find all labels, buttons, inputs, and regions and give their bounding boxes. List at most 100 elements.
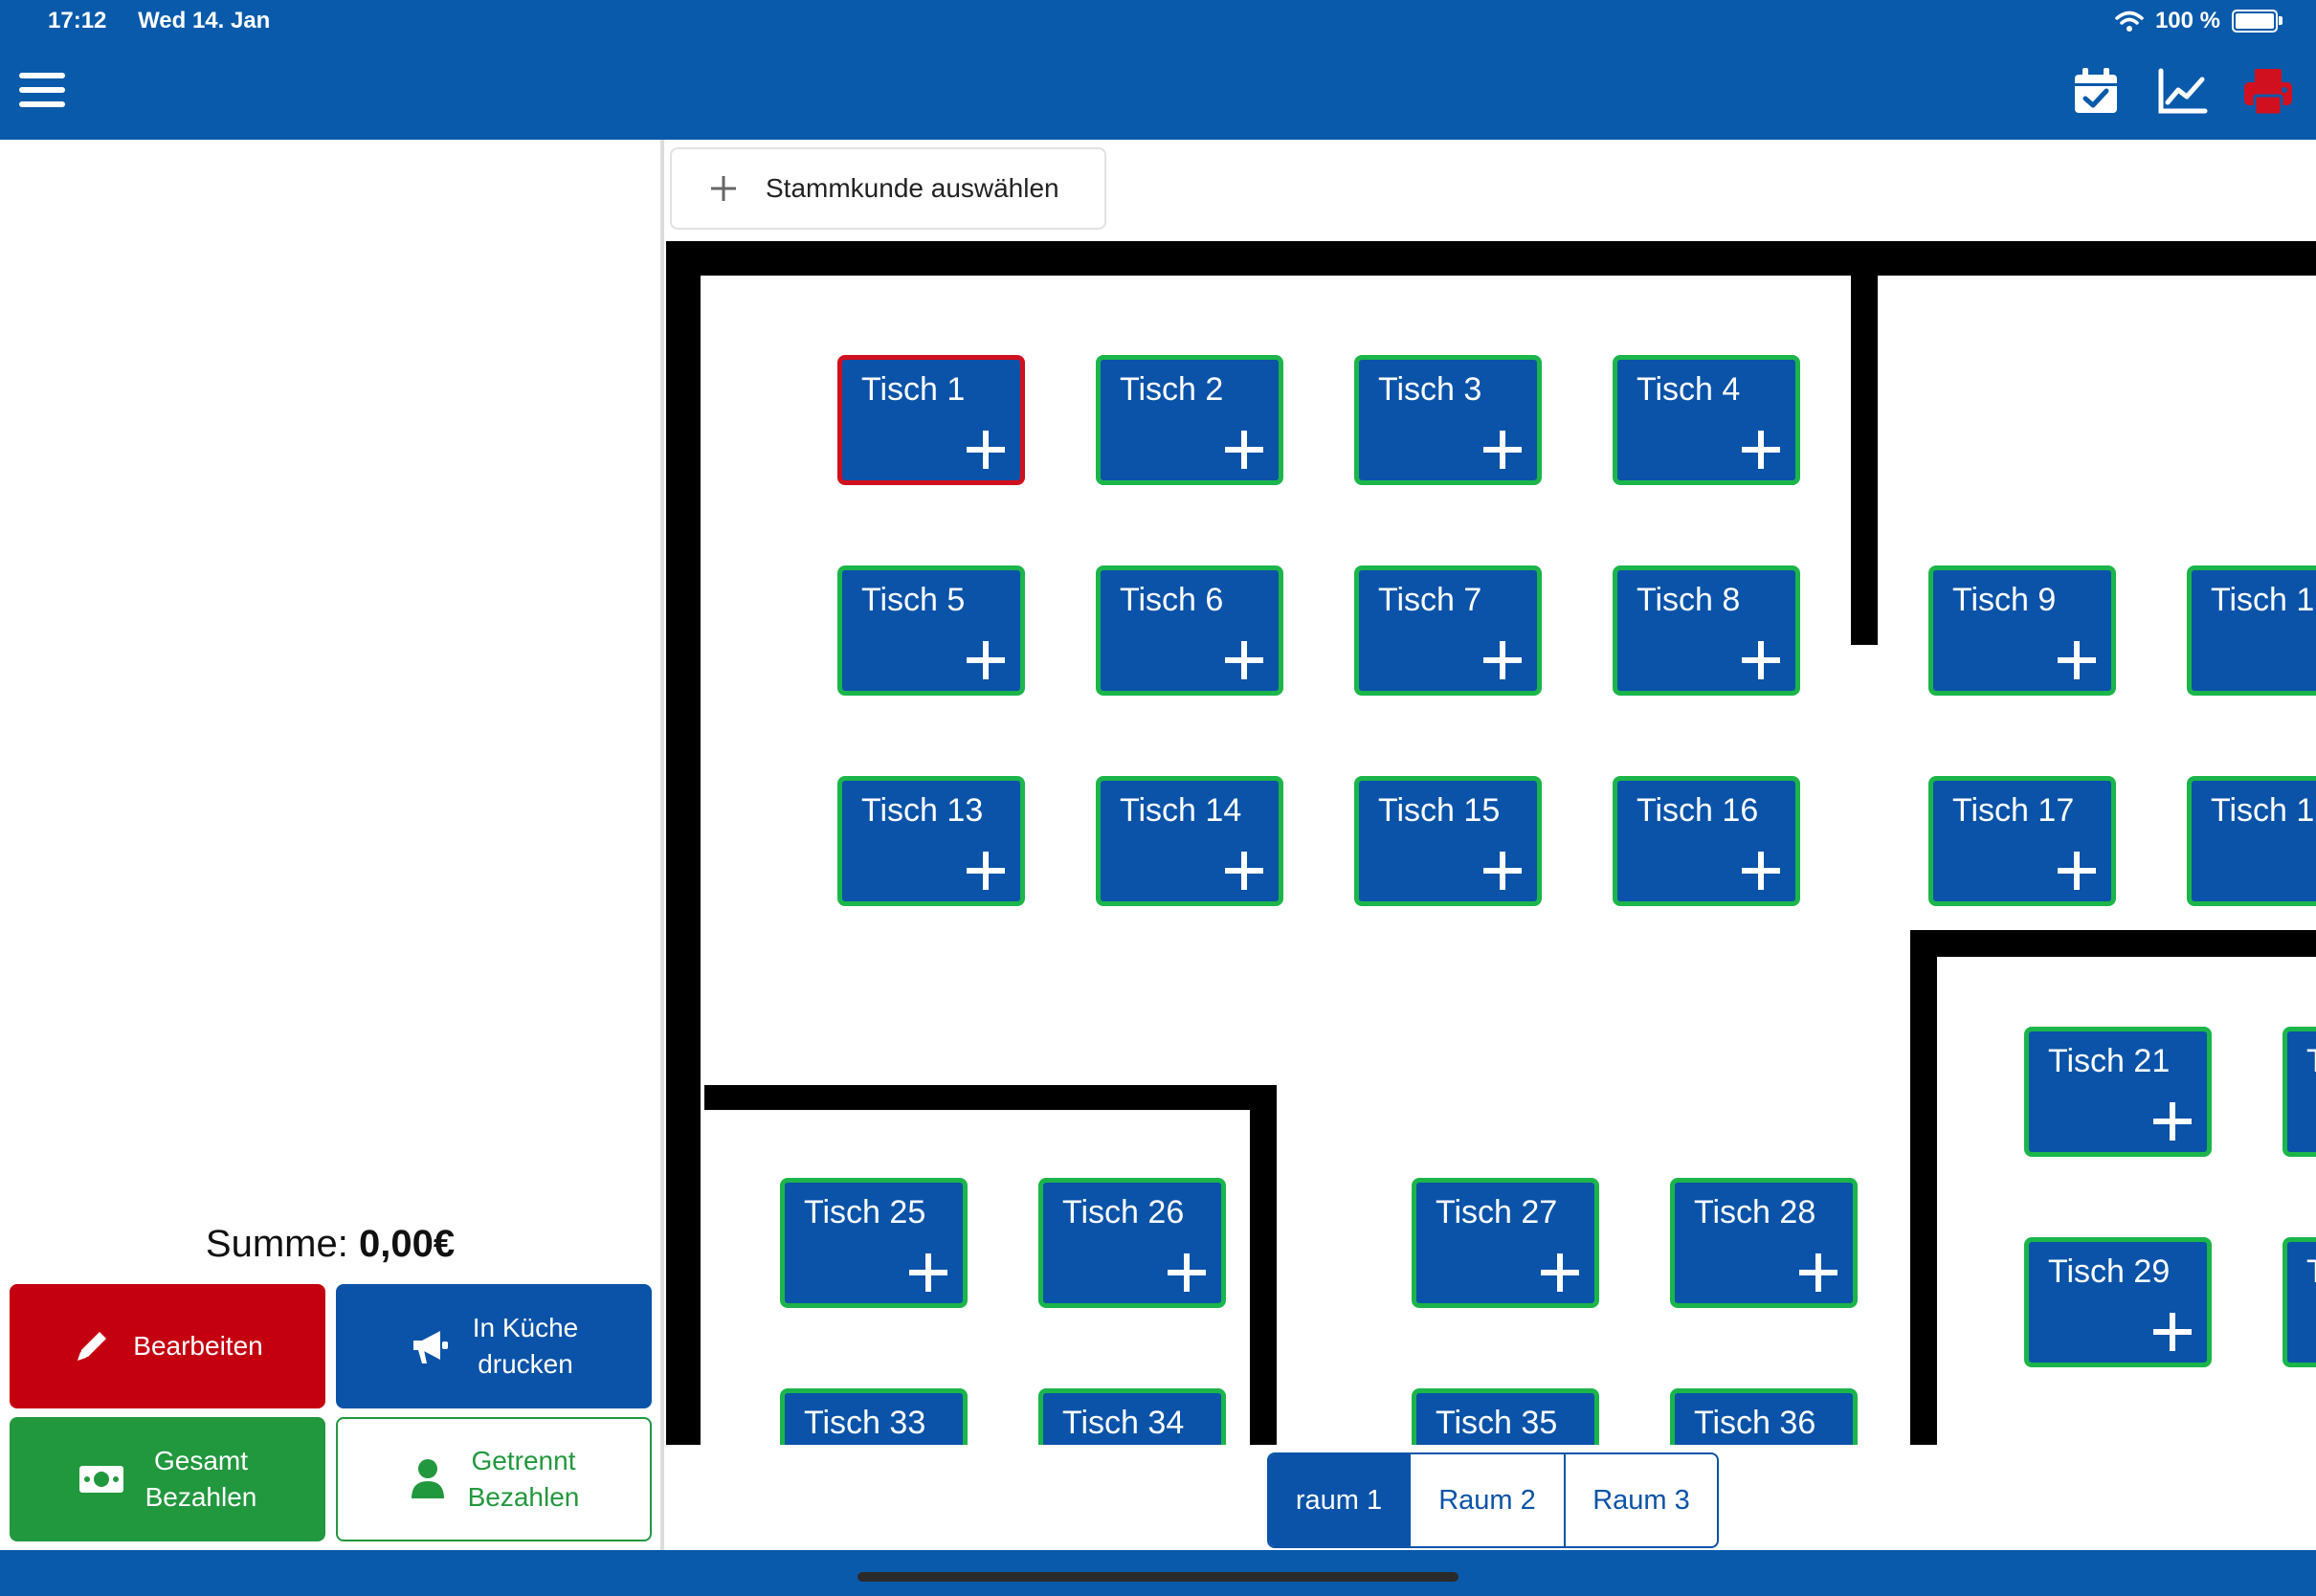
print-kitchen-button[interactable]: In Küche drucken (336, 1284, 652, 1408)
add-order-icon (1742, 852, 1780, 890)
pay-split-label: Getrennt Bezahlen (468, 1443, 580, 1516)
add-order-icon (1225, 852, 1263, 890)
table-card[interactable]: Tisch 28 (1670, 1178, 1858, 1308)
table-name: Tisch 36 (1694, 1405, 1816, 1441)
select-customer-label: Stammkunde auswählen (766, 173, 1059, 203)
table-name: T (2306, 1253, 2316, 1291)
header-actions (2069, 65, 2295, 119)
add-order-icon (909, 1253, 947, 1292)
table-card[interactable]: Tisch 16 (1613, 776, 1800, 906)
edit-button[interactable]: Bearbeiten (10, 1284, 325, 1408)
add-order-icon (967, 852, 1005, 890)
chart-line-icon[interactable] (2155, 65, 2209, 119)
select-customer-button[interactable]: Stammkunde auswählen (670, 147, 1106, 230)
table-name: Tisch 1 (2211, 792, 2315, 829)
table-name: Tisch 29 (2048, 1253, 2171, 1290)
top-bar: 17:12 Wed 14. Jan 100 % (0, 0, 2316, 140)
table-name: Tisch 8 (1637, 582, 1741, 618)
table-card[interactable]: Tisch 1 (2187, 776, 2316, 906)
table-name: Tisch 4 (1637, 371, 1741, 408)
tab-room-3[interactable]: Raum 3 (1566, 1454, 1717, 1546)
table-card[interactable]: Tisch 27 (1412, 1178, 1599, 1308)
add-order-icon (1541, 1253, 1579, 1292)
table-name: Tisch 9 (1952, 582, 2057, 618)
table-card[interactable]: Tisch 4 (1613, 355, 1800, 485)
table-card[interactable]: Tisch 9 (1928, 565, 2116, 696)
add-order-icon (967, 431, 1005, 469)
table-name: Tisch 13 (861, 792, 984, 829)
add-order-icon (1483, 641, 1522, 679)
wall-divider-vertical (1851, 241, 1878, 645)
table-name: Tisch 5 (861, 582, 966, 618)
table-card[interactable]: Tisch 13 (837, 776, 1025, 906)
add-order-icon (967, 641, 1005, 679)
table-name: Tisch 33 (804, 1405, 926, 1441)
print-kitchen-label-line1: In Küche (472, 1313, 579, 1342)
table-card[interactable]: Tisch 7 (1354, 565, 1542, 696)
pay-split-label-line2: Bezahlen (467, 1482, 580, 1512)
person-icon (411, 1459, 444, 1498)
print-kitchen-label: In Küche drucken (473, 1310, 579, 1383)
total-label: Summe: (205, 1223, 348, 1265)
table-card[interactable]: Tisch 15 (1354, 776, 1542, 906)
table-name: Tisch 6 (1120, 582, 1224, 618)
add-order-icon (1742, 431, 1780, 469)
room-tabs: raum 1 Raum 2 Raum 3 (1267, 1452, 1719, 1548)
table-card[interactable]: Tisch 17 (1928, 776, 2116, 906)
table-card[interactable]: Tisch 1 (2187, 565, 2316, 696)
table-name: Tisch 1 (2211, 582, 2315, 618)
table-name: Tisch 35 (1436, 1405, 1558, 1441)
add-order-icon (1225, 641, 1263, 679)
wall-lower-left-top (704, 1085, 1269, 1110)
print-kitchen-label-line2: drucken (478, 1349, 573, 1379)
table-card[interactable]: Tisch 14 (1096, 776, 1283, 906)
pay-split-label-line1: Getrennt (471, 1446, 576, 1475)
add-order-icon (2058, 641, 2096, 679)
pay-all-button[interactable]: Gesamt Bezahlen (10, 1417, 325, 1541)
table-card[interactable]: T (2283, 1027, 2316, 1157)
pay-all-label-line2: Bezahlen (145, 1482, 257, 1512)
table-name: Tisch 25 (804, 1194, 926, 1230)
table-card[interactable]: Tisch 21 (2024, 1027, 2212, 1157)
printer-icon[interactable] (2241, 65, 2295, 119)
table-name: T (2306, 1043, 2316, 1080)
table-card[interactable]: Tisch 29 (2024, 1237, 2212, 1367)
table-name: Tisch 34 (1062, 1405, 1185, 1441)
table-name: Tisch 28 (1694, 1194, 1816, 1230)
wall-right-room-top (1910, 930, 2316, 957)
home-indicator[interactable] (857, 1572, 1459, 1582)
tab-room-1[interactable]: raum 1 (1269, 1454, 1411, 1546)
table-card[interactable]: Tisch 5 (837, 565, 1025, 696)
megaphone-icon (412, 1331, 448, 1363)
floor-plan: Tisch 1 Tisch 2 Tisch 3 Tisch 4 Tisch 5 … (664, 140, 2316, 1550)
table-name: Tisch 27 (1436, 1194, 1558, 1230)
table-name: Tisch 16 (1637, 792, 1759, 829)
table-card[interactable]: Tisch 26 (1038, 1178, 1226, 1308)
status-date: Wed 14. Jan (138, 8, 271, 33)
tab-room-2[interactable]: Raum 2 (1411, 1454, 1566, 1546)
table-card[interactable]: T (2283, 1237, 2316, 1367)
add-order-icon (1742, 641, 1780, 679)
table-card[interactable]: Tisch 1 (837, 355, 1025, 485)
table-name: Tisch 21 (2048, 1043, 2171, 1079)
total-value: 0,00€ (358, 1223, 456, 1265)
table-card[interactable]: Tisch 3 (1354, 355, 1542, 485)
order-total: Summe: 0,00€ (0, 1223, 660, 1266)
table-card[interactable]: Tisch 6 (1096, 565, 1283, 696)
battery-icon (2232, 10, 2283, 33)
calendar-check-icon[interactable] (2069, 65, 2123, 119)
table-card[interactable]: Tisch 2 (1096, 355, 1283, 485)
menu-icon[interactable] (19, 73, 65, 111)
add-order-icon (1225, 431, 1263, 469)
table-name: Tisch 7 (1378, 582, 1482, 618)
pay-split-button[interactable]: Getrennt Bezahlen (336, 1417, 652, 1541)
pay-all-label-line1: Gesamt (153, 1446, 248, 1475)
table-card[interactable]: Tisch 25 (780, 1178, 968, 1308)
table-name: Tisch 15 (1378, 792, 1501, 829)
status-bar-left: 17:12 Wed 14. Jan (48, 8, 295, 34)
add-order-icon (1168, 1253, 1206, 1292)
battery-percent: 100 % (2154, 8, 2220, 33)
table-card[interactable]: Tisch 8 (1613, 565, 1800, 696)
table-name: Tisch 1 (861, 371, 966, 408)
table-name: Tisch 17 (1952, 792, 2075, 829)
